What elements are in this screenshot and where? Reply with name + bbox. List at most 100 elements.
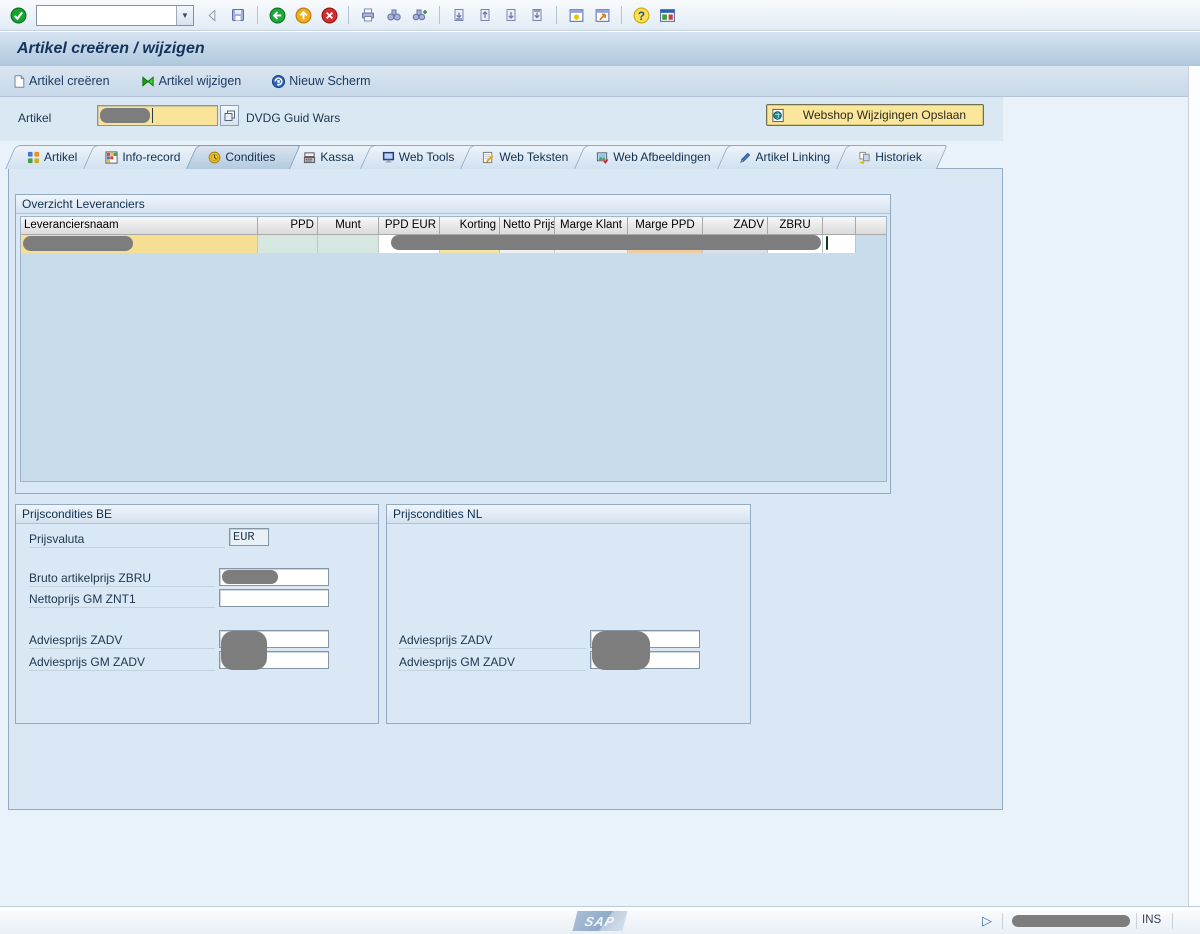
tab-web-tools[interactable]: Web Tools [360,145,470,169]
col-ppd[interactable]: PPD [258,217,318,235]
tab-strip: Artikel Info-record Condities Kassa Web … [14,145,937,169]
back-icon[interactable] [265,3,289,27]
find-next-icon[interactable] [408,3,432,27]
artikel-creeren-label: Artikel creëren [29,74,110,88]
historiek-tab-icon [858,151,871,164]
next-page-icon[interactable] [499,3,523,27]
help-icon[interactable]: ? [629,3,653,27]
status-separator [1172,913,1173,929]
webshop-save-label: Webshop Wijzigingen Opslaan [786,108,983,122]
page-title: Artikel creëren / wijzigen [0,31,1200,66]
status-expand-icon[interactable]: ▷ [982,913,992,929]
back-triangle-icon[interactable] [200,3,224,27]
prijscondities-nl-group: Prijscondities NL Adviesprijs ZADV Advie… [386,504,751,724]
artikel-tab-icon [27,151,40,164]
cell-ppd [258,235,318,253]
multiple-selection-icon[interactable] [220,105,239,126]
last-page-icon[interactable] [525,3,549,27]
col-leveranciersnaam[interactable]: Leveranciersnaam [21,217,258,235]
webshop-wijzigingen-opslaan-button[interactable]: Webshop Wijzigingen Opslaan [766,104,984,126]
col-zbru[interactable]: ZBRU [768,217,823,235]
system-toolbar: ▼ ? [0,0,1200,31]
tab-historiek[interactable]: Historiek [836,145,937,169]
redaction-blob [592,631,650,670]
print-icon[interactable] [356,3,380,27]
tab-kassa-label: Kassa [320,150,353,164]
first-page-icon[interactable] [447,3,471,27]
change-icon [140,74,156,89]
info-record-tab-icon [105,151,118,164]
prijscondities-nl-title: Prijscondities NL [387,505,750,524]
prijsvaluta-field[interactable]: EUR [229,528,269,546]
tab-info-record[interactable]: Info-record [83,145,195,169]
cancel-icon[interactable] [317,3,341,27]
col-zadv[interactable]: ZADV [703,217,768,235]
tab-web-afbeeldingen[interactable]: Web Afbeeldingen [574,145,725,169]
col-marge-klant[interactable]: Marge Klant [555,217,628,235]
field-underline [29,607,215,608]
application-toolbar: Artikel creëren Artikel wijzigen Nieuw S… [0,66,1200,97]
tab-info-record-label: Info-record [122,150,180,164]
redaction-blob [23,236,133,251]
tab-artikel-label: Artikel [44,150,77,164]
overzicht-leveranciers-title: Overzicht Leveranciers [16,195,890,214]
enter-icon[interactable] [6,3,30,27]
new-screen-icon [271,74,286,89]
command-field[interactable]: ▼ [36,5,194,26]
bruto-artikelprijs-field[interactable] [219,568,329,586]
nieuw-scherm-label: Nieuw Scherm [289,74,370,88]
cell-status [823,235,856,253]
toolbar-separator [439,6,440,24]
tab-web-teksten[interactable]: Web Teksten [460,145,583,169]
col-status[interactable] [823,217,856,235]
col-filler [856,217,886,235]
status-separator [1002,913,1003,929]
artikel-input[interactable] [97,105,218,126]
field-underline [29,586,215,587]
tab-web-afbeeldingen-label: Web Afbeeldingen [613,150,710,164]
col-netto-prijs[interactable]: Netto Prijs [500,217,555,235]
nettoprijs-field[interactable] [219,589,329,607]
table-row[interactable] [21,235,886,253]
prijscondities-be-group: Prijscondities BE Prijsvaluta EUR Bruto … [15,504,379,724]
status-bar: SAP ▷ INS [0,906,1200,934]
web-tools-tab-icon [382,151,395,164]
tab-condities[interactable]: Condities [186,145,290,169]
webshop-save-icon [771,108,786,123]
nieuw-scherm-button[interactable]: Nieuw Scherm [271,74,370,89]
field-underline [29,547,225,548]
condities-tab-icon [208,151,221,164]
artikel-description: DVDG Guid Wars [246,111,340,125]
condities-tab-panel: Overzicht Leveranciers Leveranciersnaam … [8,168,1003,810]
artikel-creeren-button[interactable]: Artikel creëren [12,74,110,89]
customize-layout-icon[interactable] [655,3,679,27]
tab-artikel[interactable]: Artikel [5,145,92,169]
field-underline [399,648,586,649]
redaction-blob [1012,915,1130,927]
col-ppd-eur[interactable]: PPD EUR [379,217,440,235]
cell-leveranciersnaam [21,235,258,253]
command-input[interactable] [37,6,176,25]
exit-icon[interactable] [291,3,315,27]
vertical-scrollbar[interactable] [1188,66,1200,906]
artikel-wijzigen-label: Artikel wijzigen [159,74,242,88]
col-marge-ppd[interactable]: Marge PPD [628,217,703,235]
find-icon[interactable] [382,3,406,27]
new-session-icon[interactable] [564,3,588,27]
col-korting[interactable]: Korting [440,217,500,235]
suppliers-table[interactable]: Leveranciersnaam PPD Munt PPD EUR Kortin… [20,216,887,482]
toolbar-separator [556,6,557,24]
toolbar-separator [257,6,258,24]
insert-mode-indicator: INS [1142,914,1161,926]
artikel-linking-tab-icon [739,151,752,164]
chevron-down-icon[interactable]: ▼ [176,6,193,25]
create-shortcut-icon[interactable] [590,3,614,27]
previous-page-icon[interactable] [473,3,497,27]
col-munt[interactable]: Munt [318,217,379,235]
artikel-wijzigen-button[interactable]: Artikel wijzigen [140,74,242,89]
tab-artikel-linking[interactable]: Artikel Linking [717,145,846,169]
field-underline [29,670,215,671]
field-underline [29,648,215,649]
save-icon[interactable] [226,3,250,27]
toolbar-separator [348,6,349,24]
